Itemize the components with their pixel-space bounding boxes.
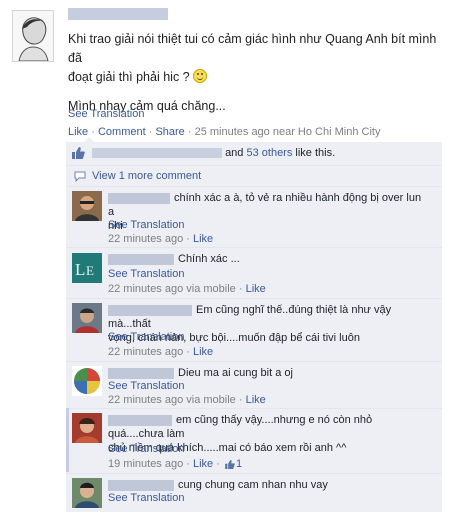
- comment-meta: 22 minutes ago via mobile · Like: [108, 394, 266, 406]
- poster-name-redacted[interactable]: [68, 8, 168, 20]
- see-translation-link[interactable]: See Translation: [68, 108, 144, 120]
- comment-item: Dieu ma ai cung bit a oj See Translation…: [66, 361, 442, 408]
- comment-text: Chính xác ...: [178, 253, 240, 265]
- post-actions: Like · Comment · Share · 25 minutes ago …: [68, 126, 381, 138]
- commenter-avatar[interactable]: [72, 413, 102, 443]
- liker-names-redacted[interactable]: [92, 148, 222, 159]
- post-text-line1: Khi trao giải nói thiệt tui có cảm giác …: [68, 32, 437, 65]
- comment-item: em cũng thấy vậy....nhưng e nó còn nhỏ q…: [66, 408, 442, 473]
- view-more-row[interactable]: View 1 more comment: [66, 165, 442, 186]
- comment-item: LE Chính xác ... See Translation 22 minu…: [66, 247, 442, 298]
- poster-avatar[interactable]: [12, 10, 54, 62]
- post-timestamp[interactable]: 25 minutes ago near Ho Chi Minh City: [195, 126, 381, 138]
- likes-summary: and 53 others like this.: [66, 142, 442, 164]
- commenter-avatar[interactable]: LE: [72, 253, 102, 283]
- comment-meta: 22 minutes ago · Like: [108, 233, 214, 245]
- svg-text:E: E: [86, 263, 94, 278]
- comment-like-link[interactable]: Like: [193, 233, 213, 245]
- see-translation-link[interactable]: See Translation: [108, 492, 184, 504]
- see-translation-link[interactable]: See Translation: [108, 443, 184, 455]
- commenter-avatar[interactable]: [72, 478, 102, 508]
- comment-text: Dieu ma ai cung bit a oj: [178, 367, 293, 379]
- svg-text:L: L: [75, 260, 85, 279]
- see-translation-link[interactable]: See Translation: [108, 219, 184, 231]
- comment-link[interactable]: Comment: [98, 126, 146, 138]
- profile-sketch-icon: [13, 11, 53, 61]
- comment-like-link[interactable]: Like: [246, 394, 266, 406]
- post-text-line2: đoạt giải thì phải hic ?: [68, 70, 190, 84]
- comment-like-link[interactable]: Like: [193, 458, 213, 470]
- comment-item: chính xác a à, tỏ vẻ ra nhiều hành động …: [66, 186, 442, 247]
- see-translation-link[interactable]: See Translation: [108, 380, 184, 392]
- smiley-icon: [192, 69, 207, 83]
- see-translation-link[interactable]: See Translation: [108, 331, 184, 343]
- comment-meta: 22 minutes ago via mobile · Like: [108, 283, 266, 295]
- comment-text: cung chung cam nhan nhu vay: [178, 479, 328, 491]
- comment-item: Em cũng nghĩ thế..đúng thiệt là như vậy …: [66, 298, 442, 361]
- comment-like-count[interactable]: 1: [236, 458, 242, 470]
- comment-item: cung chung cam nhan nhu vay See Translat…: [66, 473, 442, 514]
- comment-like-link[interactable]: Like: [193, 346, 213, 358]
- likers-count-link[interactable]: 53 others: [246, 147, 292, 159]
- commenter-avatar[interactable]: [72, 303, 102, 333]
- share-link[interactable]: Share: [155, 126, 184, 138]
- new-comment-marker: [66, 408, 69, 472]
- commenter-avatar[interactable]: [72, 191, 102, 221]
- comment-bubble-icon: [74, 171, 86, 182]
- thumbs-up-icon: [225, 460, 235, 469]
- view-more-link[interactable]: View 1 more comment: [92, 166, 201, 186]
- post-body: Khi trao giải nói thiệt tui có cảm giác …: [68, 30, 438, 116]
- commenter-avatar[interactable]: [72, 366, 102, 396]
- thumbs-up-icon: [72, 147, 85, 159]
- comment-meta: 19 minutes ago · Like · 1: [108, 458, 243, 470]
- see-translation-link[interactable]: See Translation: [108, 268, 184, 280]
- comment-like-link[interactable]: Like: [246, 283, 266, 295]
- comment-meta: 22 minutes ago · Like: [108, 346, 214, 358]
